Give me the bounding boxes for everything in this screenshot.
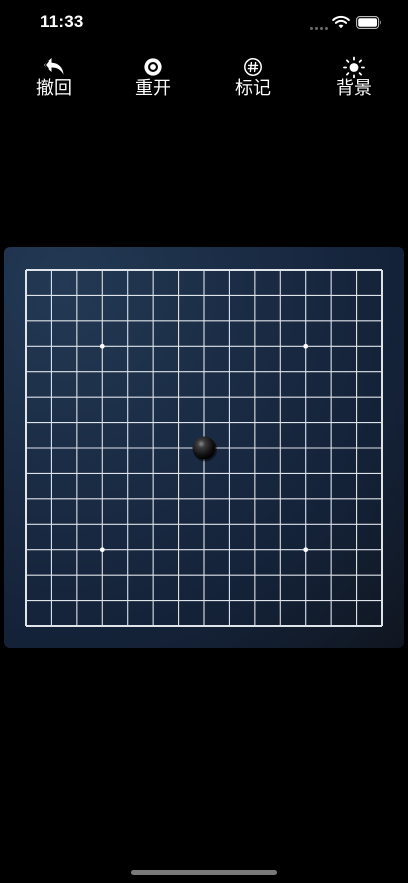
- hash-circle-icon: [244, 58, 262, 76]
- mark-label: 标记: [235, 78, 271, 99]
- restart-label: 重开: [135, 78, 171, 99]
- star-point: [99, 343, 105, 349]
- background-label: 背景: [336, 78, 372, 99]
- restart-ring-icon: [144, 58, 162, 76]
- toolbar: 撤回 重开 标记 背景: [0, 56, 408, 106]
- black-stone[interactable]: [192, 436, 216, 460]
- undo-button[interactable]: 撤回: [19, 56, 89, 102]
- status-time: 11:33: [40, 12, 84, 31]
- battery-icon: [356, 16, 381, 29]
- undo-arrow-icon: [44, 58, 64, 75]
- board-grid[interactable]: [4, 247, 404, 648]
- status-bar: 11:33: [0, 0, 408, 44]
- sun-icon: [343, 56, 365, 78]
- star-point: [99, 547, 105, 553]
- home-indicator[interactable]: [131, 870, 277, 875]
- wifi-icon: [332, 15, 350, 29]
- restart-button[interactable]: 重开: [118, 56, 188, 102]
- game-board[interactable]: [4, 247, 404, 648]
- mark-button[interactable]: 标记: [218, 56, 288, 102]
- star-point: [303, 343, 309, 349]
- undo-label: 撤回: [36, 78, 72, 99]
- background-button[interactable]: 背景: [319, 56, 389, 102]
- star-point: [303, 547, 309, 553]
- cellular-signal-icon: [310, 27, 328, 30]
